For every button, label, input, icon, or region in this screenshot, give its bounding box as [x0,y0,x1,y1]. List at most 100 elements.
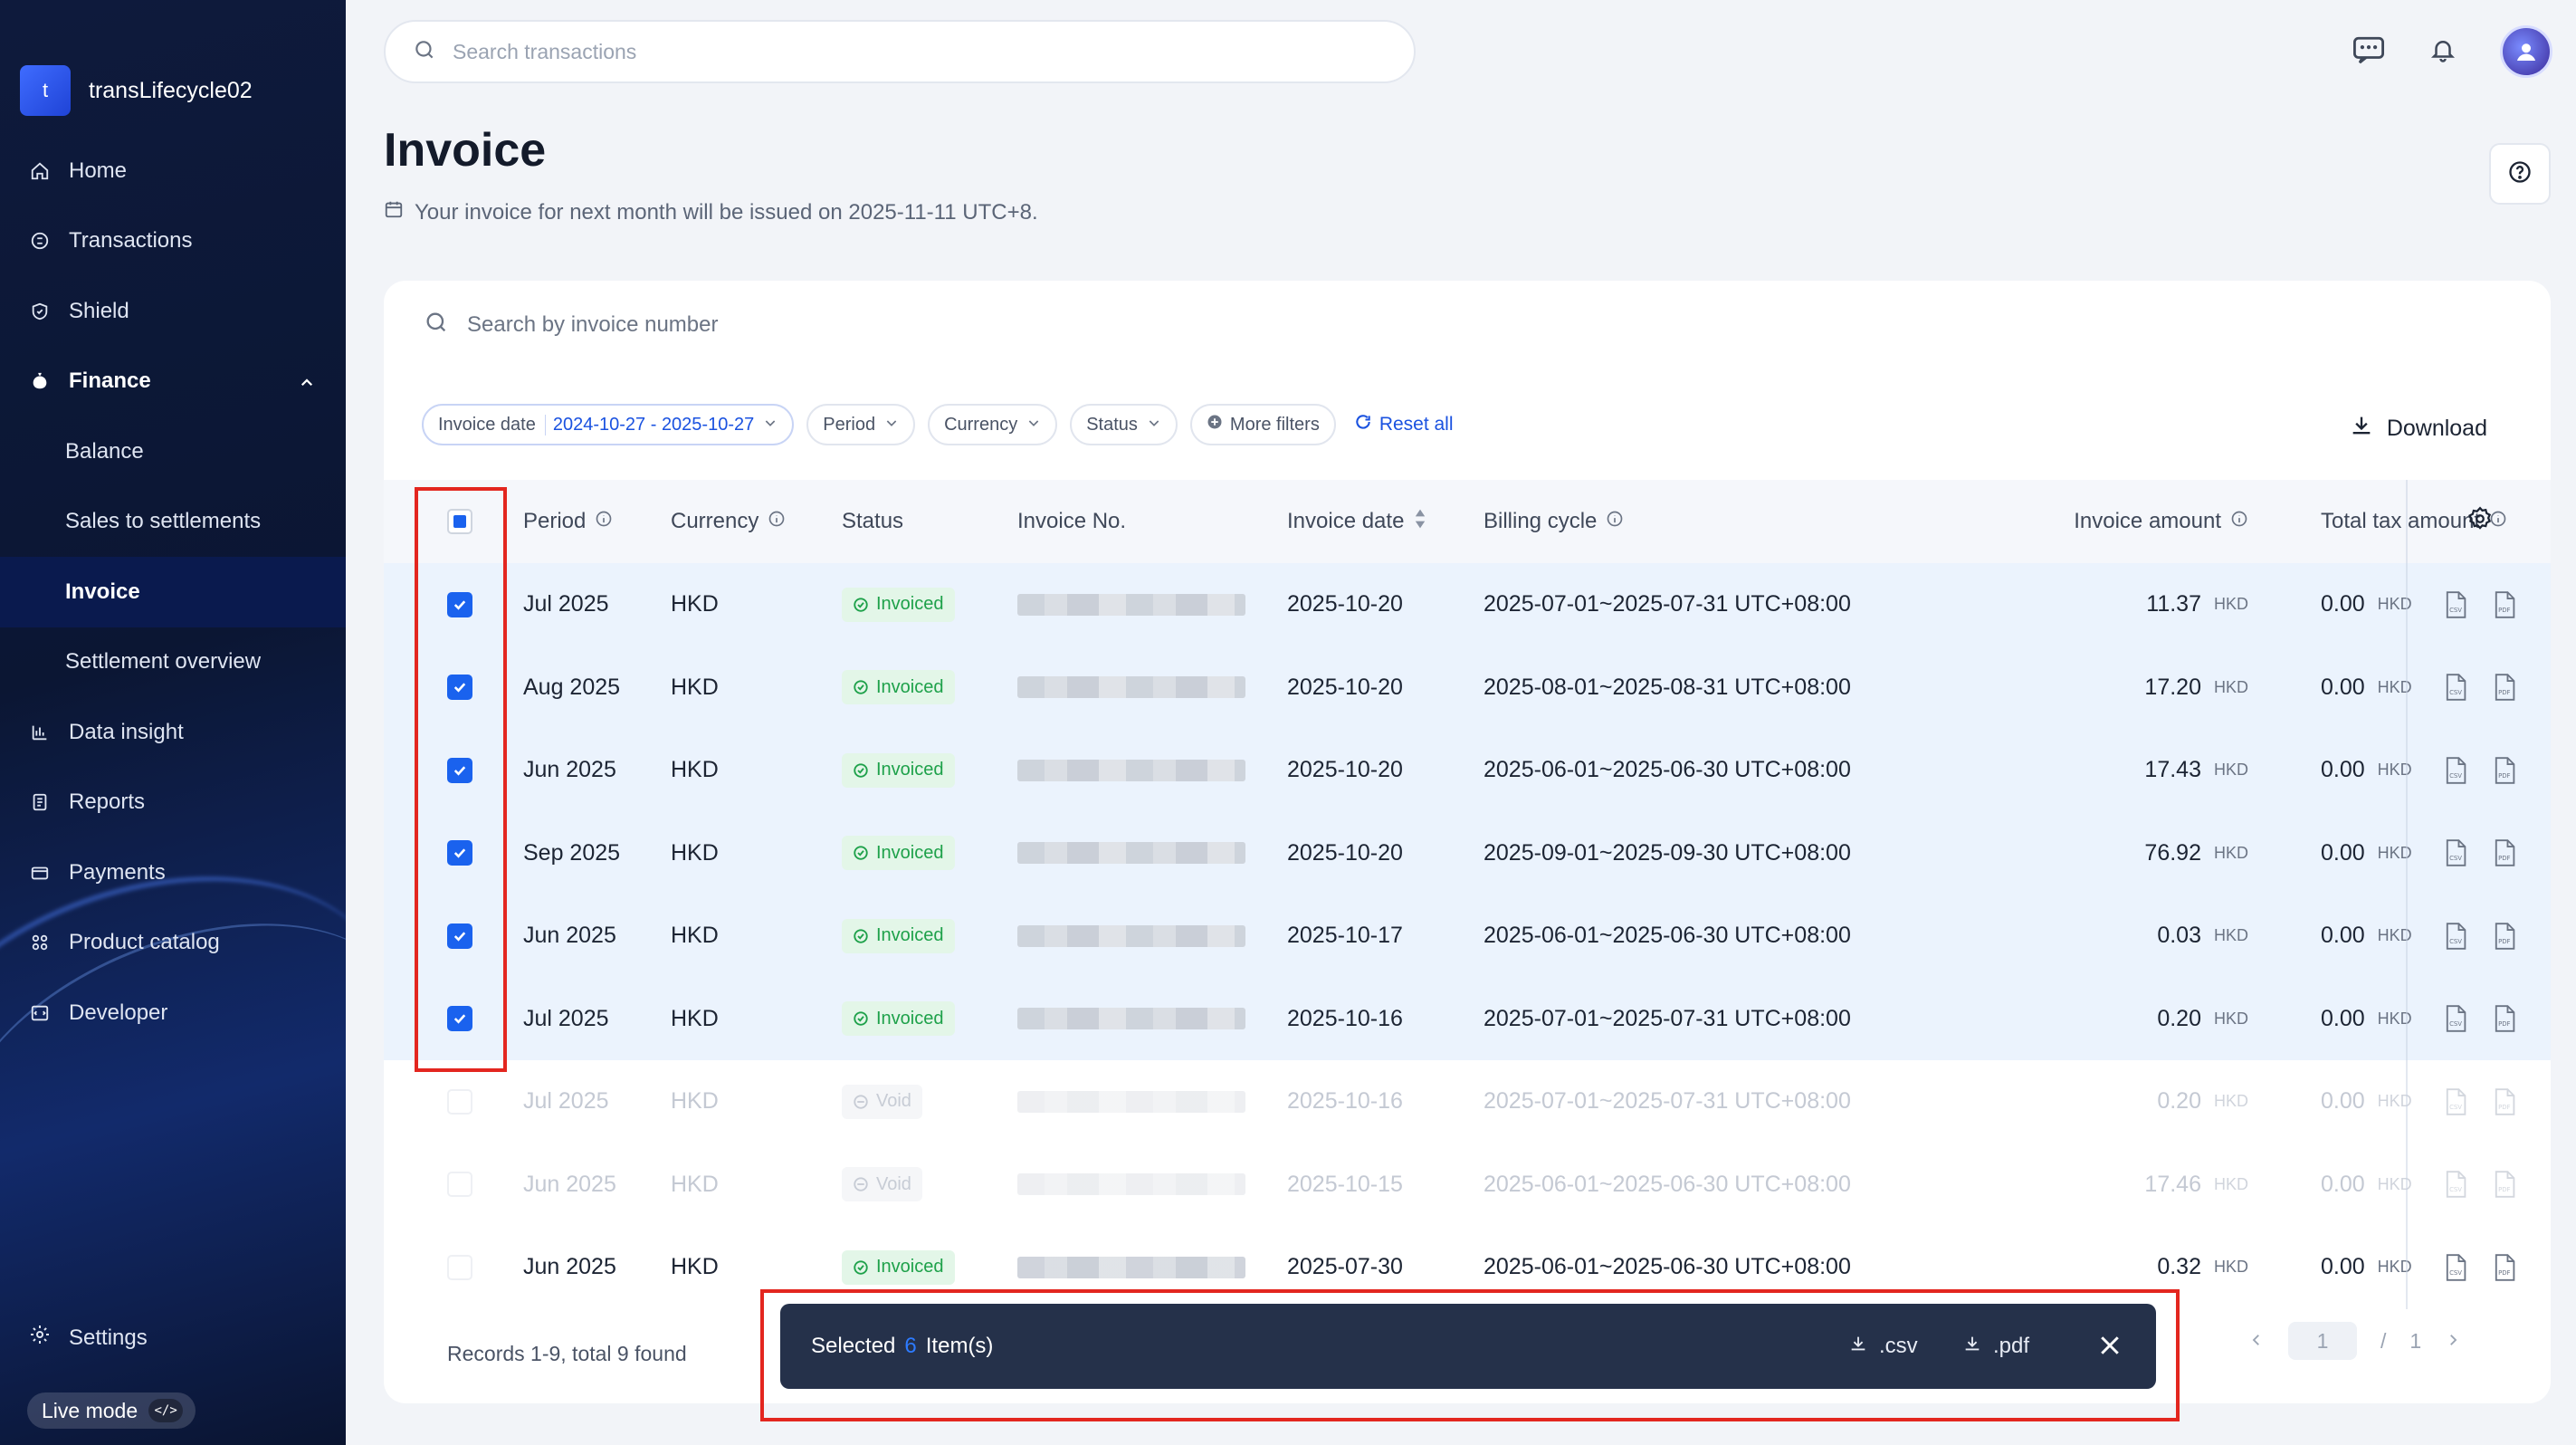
info-icon[interactable] [2230,509,2248,534]
sidebar-item-transactions[interactable]: Transactions [0,206,346,277]
csv-file-icon[interactable]: CSV [2444,756,2467,784]
invoice-number-redacted[interactable] [1017,593,1245,616]
page-number-input[interactable]: 1 [2288,1322,2357,1360]
csv-file-icon[interactable]: CSV [2444,1253,2467,1281]
pdf-file-icon[interactable]: PDF [2493,1005,2516,1033]
csv-file-icon[interactable]: CSV [2444,674,2467,702]
amount-unit: HKD [2213,1092,2248,1111]
row-checkbox[interactable] [447,1254,472,1280]
currency-filter[interactable]: Currency [928,404,1058,445]
table-row[interactable]: Jul 2025 HKD Invoiced 2025-10-20 2025-07… [384,563,2551,646]
more-filters-button[interactable]: More filters [1189,404,1336,445]
invoice-number-redacted[interactable] [1017,924,1245,947]
sidebar-item-balance[interactable]: Balance [0,416,346,487]
download-pdf-button[interactable]: .pdf [1962,1304,2029,1389]
sidebar-item-home[interactable]: Home [0,136,346,206]
table-row[interactable]: Aug 2025 HKD Invoiced 2025-10-20 2025-08… [384,646,2551,729]
sidebar-item-developer[interactable]: Developer [0,978,346,1048]
download-button[interactable]: Download [2349,413,2487,445]
period-filter[interactable]: Period [806,404,916,445]
gear-icon[interactable] [2466,505,2494,539]
table-row[interactable]: Jun 2025 HKD Invoiced 2025-07-30 2025-06… [384,1226,2551,1309]
sidebar-item-product-catalog[interactable]: Product catalog [0,908,346,979]
pdf-file-icon[interactable]: PDF [2493,839,2516,867]
csv-file-icon[interactable]: CSV [2444,1005,2467,1033]
merchant-switcher[interactable]: t transLifecycle02 [20,65,253,116]
sidebar-item-shield[interactable]: Shield [0,276,346,347]
table-row[interactable]: Jun 2025 HKD Invoiced 2025-10-20 2025-06… [384,729,2551,812]
sidebar-item-data-insight[interactable]: Data insight [0,697,346,768]
live-mode-toggle[interactable]: Live mode </> [27,1392,196,1429]
invoice-number-redacted[interactable] [1017,759,1245,781]
amount-value: 11.37 [2146,591,2201,617]
global-search-input[interactable] [453,39,1267,64]
row-checkbox[interactable] [447,840,472,866]
row-checkbox[interactable] [447,923,472,949]
csv-file-icon[interactable]: CSV [2444,839,2467,867]
row-checkbox[interactable] [447,1172,472,1198]
select-all-checkbox[interactable] [447,509,472,534]
settings-label: Settings [69,1325,148,1350]
pdf-file-icon[interactable]: PDF [2493,922,2516,950]
invoice-table: Period Currency Status Invoice No. Invoi… [384,480,2551,1309]
assistant-icon[interactable] [2352,34,2386,70]
table-row[interactable]: Jun 2025 HKD Void 2025-10-15 2025-06-01~… [384,1143,2551,1226]
status-filter-label: Status [1086,414,1138,435]
chevron-right-icon[interactable] [2445,1329,2461,1354]
column-divider [2406,480,2408,563]
row-checkbox[interactable] [447,757,472,783]
invoice-number-redacted[interactable] [1017,1008,1245,1030]
chevron-left-icon[interactable] [2248,1329,2265,1354]
info-icon[interactable] [768,509,786,534]
sidebar-item-label: Finance [69,368,151,394]
sidebar-item-settlement-overview[interactable]: Settlement overview [0,627,346,698]
info-icon[interactable] [595,509,613,534]
close-icon[interactable] [2096,1332,2123,1365]
period-cell: Jul 2025 [523,591,609,617]
sidebar-item-finance[interactable]: Finance [0,347,346,417]
sidebar-item-payments[interactable]: Payments [0,837,346,908]
bell-icon[interactable] [2429,34,2457,70]
invoice-number-redacted[interactable] [1017,676,1245,699]
global-search[interactable] [384,20,1416,83]
table-row[interactable]: Jun 2025 HKD Invoiced 2025-10-17 2025-06… [384,895,2551,978]
invoice-number-redacted[interactable] [1017,1256,1245,1278]
info-icon[interactable] [1606,509,1624,534]
tax-amount-cell: 0.00 HKD [2321,1060,2412,1144]
row-checkbox[interactable] [447,1088,472,1115]
invoice-search[interactable] [424,310,1101,340]
csv-file-icon[interactable]: CSV [2444,922,2467,950]
sidebar-item-sales-to-settlements[interactable]: Sales to settlements [0,487,346,558]
pdf-file-icon[interactable]: PDF [2493,1253,2516,1281]
sort-icon[interactable] [1413,507,1427,537]
help-button[interactable] [2489,143,2551,205]
csv-file-icon[interactable]: CSV [2444,590,2467,618]
sidebar-item-reports[interactable]: Reports [0,768,346,838]
table-row[interactable]: Sep 2025 HKD Invoiced 2025-10-20 2025-09… [384,811,2551,895]
row-checkbox[interactable] [447,591,472,617]
invoice-number-redacted[interactable] [1017,842,1245,865]
invoice-number-redacted[interactable] [1017,1173,1245,1196]
pdf-file-icon[interactable]: PDF [2493,756,2516,784]
pdf-file-icon[interactable]: PDF [2493,590,2516,618]
sidebar-item-invoice[interactable]: Invoice [0,557,346,627]
table-row[interactable]: Jul 2025 HKD Invoiced 2025-10-16 2025-07… [384,977,2551,1060]
sidebar-item-settings[interactable]: Settings [29,1324,148,1352]
invoice-date-filter[interactable]: Invoice date 2024-10-27 - 2025-10-27 [422,404,795,445]
currency-filter-label: Currency [944,414,1018,435]
row-checkbox[interactable] [447,1006,472,1032]
status-filter[interactable]: Status [1070,404,1178,445]
column-settings[interactable] [2411,480,2549,563]
avatar[interactable] [2500,25,2552,78]
reset-all-button[interactable]: Reset all [1354,413,1454,436]
row-checkbox[interactable] [447,675,472,701]
invoice-number-redacted[interactable] [1017,1090,1245,1113]
pdf-file-icon[interactable]: PDF [2493,674,2516,702]
invoice-search-input[interactable] [467,311,1101,338]
invoice-notice: Your invoice for next month will be issu… [384,199,1038,225]
col-invoice-date[interactable]: Invoice date [1287,480,1427,563]
sidebar-item-label: Payments [69,859,166,885]
download-csv-button[interactable]: .csv [1848,1304,1918,1389]
invoice-amount-cell: 0.32 HKD [1904,1226,2248,1309]
table-row[interactable]: Jul 2025 HKD Void 2025-10-16 2025-07-01~… [384,1060,2551,1144]
